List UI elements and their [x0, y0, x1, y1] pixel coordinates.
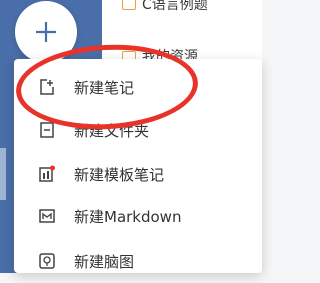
mindmap-icon — [38, 252, 56, 270]
new-note-icon — [38, 78, 56, 96]
menu-item-new-mindmap[interactable]: 新建脑图 — [14, 239, 262, 283]
menu-item-new-folder[interactable]: 新建文件夹 — [14, 108, 262, 152]
template-note-icon — [38, 165, 56, 183]
menu-item-label: 新建Markdown — [74, 207, 182, 226]
menu-item-new-note[interactable]: 新建笔记 — [14, 65, 262, 109]
new-button[interactable] — [15, 1, 77, 63]
menu-item-label: 新建笔记 — [74, 78, 135, 97]
sidebar-selection-indicator — [0, 148, 6, 200]
markdown-icon — [38, 207, 56, 225]
menu-item-label: 新建模板笔记 — [74, 165, 165, 184]
folder-icon — [122, 0, 136, 10]
menu-item-new-markdown[interactable]: 新建Markdown — [14, 194, 262, 238]
plus-icon — [36, 22, 56, 42]
list-item-label: C语言例题 — [142, 0, 208, 13]
list-item[interactable]: C语言例题 — [122, 0, 208, 14]
new-folder-icon — [38, 121, 56, 139]
menu-item-new-template-note[interactable]: 新建模板笔记 — [14, 152, 262, 196]
new-menu: 新建笔记 新建文件夹 新建模板笔记 新建Markdown 新建脑图 — [14, 59, 262, 273]
menu-item-label: 新建脑图 — [74, 252, 135, 271]
menu-item-label: 新建文件夹 — [74, 121, 150, 140]
